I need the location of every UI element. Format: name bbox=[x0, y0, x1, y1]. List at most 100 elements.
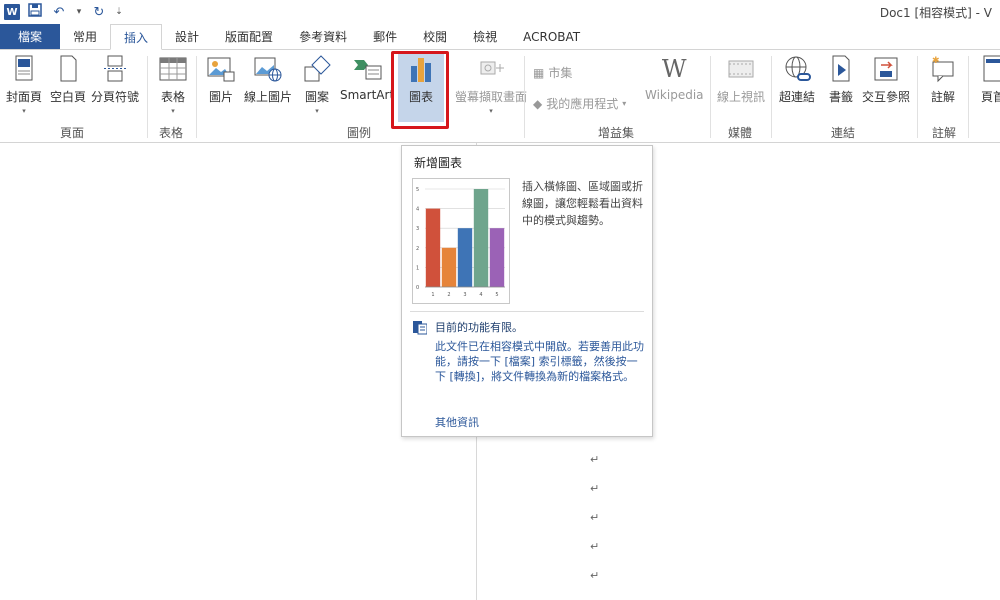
shapes-icon bbox=[302, 54, 332, 84]
blank-page-label: 空白頁 bbox=[50, 90, 87, 104]
chart-x-tick-label: 5 bbox=[495, 292, 498, 298]
group-separator bbox=[524, 56, 525, 138]
page-break-button[interactable]: 分頁符號 bbox=[91, 54, 139, 105]
tab-file[interactable]: 檔案 bbox=[0, 24, 60, 49]
cross-reference-label: 交互參照 bbox=[862, 90, 911, 104]
screenshot-button[interactable]: 螢幕擷取畫面 ▾ bbox=[455, 54, 527, 115]
redo-icon[interactable]: ↻ bbox=[90, 5, 108, 20]
hyperlink-label: 超連結 bbox=[779, 90, 816, 104]
undo-icon[interactable]: ↶ bbox=[50, 5, 68, 20]
cover-page-dropdown-icon: ▾ bbox=[22, 107, 26, 115]
group-label-addins: 增益集 bbox=[598, 126, 635, 140]
hyperlink-icon bbox=[782, 54, 812, 84]
svg-text:✱: ✱ bbox=[932, 56, 940, 66]
store-icon: ▦ bbox=[533, 65, 545, 80]
chart-x-tick-label: 4 bbox=[479, 292, 482, 298]
chart-tooltip: 新增圖表 0 1 2 3 4 5 1 2 3 4 5 插入橫條圖、區域圖或折線圖，讓您輕鬆看出資料中… bbox=[401, 145, 653, 437]
tooltip-chart-preview: 0 1 2 3 4 5 1 2 3 4 5 bbox=[412, 178, 510, 304]
table-button[interactable]: 表格 ▾ bbox=[158, 54, 188, 115]
group-label-media: 媒體 bbox=[728, 126, 753, 140]
customize-qat-icon[interactable]: ⇣ bbox=[114, 7, 124, 17]
tab-review[interactable]: 校閱 bbox=[410, 24, 460, 49]
my-apps-button[interactable]: ◆ 我的應用程式 ▾ bbox=[533, 95, 626, 112]
smartart-icon bbox=[352, 54, 382, 84]
paragraph-mark: ↵ bbox=[590, 511, 600, 524]
comment-label: 註解 bbox=[930, 90, 955, 104]
shapes-button[interactable]: 圖案 ▾ bbox=[302, 54, 332, 115]
my-apps-icon: ◆ bbox=[533, 96, 543, 111]
shapes-label: 圖案 bbox=[304, 90, 329, 104]
undo-dropdown-icon[interactable]: ▾ bbox=[74, 7, 84, 17]
paragraph-mark: ↵ bbox=[590, 569, 600, 582]
picture-button[interactable]: 圖片 bbox=[206, 54, 236, 105]
chart-bar bbox=[489, 228, 505, 287]
smartart-label: SmartArt bbox=[340, 88, 395, 102]
word-compat-icon bbox=[413, 320, 428, 335]
quick-access-toolbar: W ↶ ▾ ↻ ⇣ bbox=[4, 2, 124, 22]
group-label-comments: 註解 bbox=[932, 126, 957, 140]
header-label: 頁首 bbox=[980, 90, 1000, 104]
group-separator bbox=[710, 56, 711, 138]
screenshot-icon bbox=[476, 54, 506, 84]
cover-page-button[interactable]: 封面頁 ▾ bbox=[6, 54, 42, 115]
cross-reference-button[interactable]: 交互參照 bbox=[862, 54, 910, 105]
tooltip-separator bbox=[410, 311, 644, 312]
tooltip-warning-body: 此文件已在相容模式中開啟。若要善用此功能，請按一下 [檔案] 索引標籤，然後按一… bbox=[435, 340, 644, 383]
smartart-button[interactable]: SmartArt bbox=[340, 54, 394, 102]
group-separator bbox=[968, 56, 969, 138]
group-label-illustrations: 圖例 bbox=[347, 126, 372, 140]
tab-insert[interactable]: 插入 bbox=[110, 24, 163, 50]
comment-icon: ✱ bbox=[928, 54, 958, 84]
my-apps-label: 我的應用程式 bbox=[546, 97, 619, 111]
group-label-links: 連結 bbox=[831, 126, 856, 140]
online-picture-button[interactable]: 線上圖片 bbox=[244, 54, 292, 105]
chart-y-tick-label: 4 bbox=[416, 207, 419, 213]
word-logo-icon: W bbox=[4, 4, 20, 20]
tab-mailings[interactable]: 郵件 bbox=[360, 24, 410, 49]
screenshot-dropdown-icon: ▾ bbox=[489, 107, 493, 115]
tooltip-title: 新增圖表 bbox=[414, 156, 463, 170]
more-info-link[interactable]: 其他資訊 bbox=[435, 414, 479, 430]
blank-page-icon bbox=[53, 54, 83, 84]
tab-design[interactable]: 設計 bbox=[162, 24, 212, 49]
wikipedia-button[interactable]: W Wikipedia bbox=[645, 54, 704, 102]
screenshot-label: 螢幕擷取畫面 bbox=[455, 90, 528, 104]
store-button[interactable]: ▦ 市集 bbox=[533, 64, 572, 81]
table-label: 表格 bbox=[160, 90, 185, 104]
chart-x-tick-label: 1 bbox=[431, 292, 434, 298]
tab-home[interactable]: 常用 bbox=[60, 24, 110, 49]
tab-references[interactable]: 參考資料 bbox=[286, 24, 360, 49]
wikipedia-label: Wikipedia bbox=[645, 88, 704, 102]
my-apps-dropdown-icon: ▾ bbox=[622, 99, 627, 108]
cover-page-label: 封面頁 bbox=[6, 90, 43, 104]
group-separator bbox=[196, 56, 197, 138]
paragraph-mark: ↵ bbox=[590, 482, 600, 495]
online-video-button[interactable]: 線上視訊 bbox=[717, 54, 765, 105]
bookmark-label: 書籤 bbox=[828, 90, 853, 104]
tab-view[interactable]: 檢視 bbox=[460, 24, 510, 49]
chart-bar bbox=[473, 189, 489, 287]
chart-x-tick-label: 3 bbox=[463, 292, 466, 298]
paragraph-mark: ↵ bbox=[590, 453, 600, 466]
shapes-dropdown-icon: ▾ bbox=[315, 107, 319, 115]
tab-layout[interactable]: 版面配置 bbox=[212, 24, 286, 49]
chart-button-highlight bbox=[391, 51, 449, 129]
paragraph-mark: ↵ bbox=[590, 540, 600, 553]
chart-y-tick-label: 0 bbox=[416, 285, 419, 291]
ribbon-tabs: 檔案 常用 插入 設計 版面配置 參考資料 郵件 校閱 檢視 ACROBAT bbox=[0, 24, 1000, 50]
comment-button[interactable]: ✱ 註解 bbox=[928, 54, 958, 105]
chart-y-tick-label: 1 bbox=[416, 265, 419, 271]
title-bar: W ↶ ▾ ↻ ⇣ Doc1 [相容模式] - V bbox=[0, 0, 1000, 24]
blank-page-button[interactable]: 空白頁 bbox=[50, 54, 86, 105]
bookmark-button[interactable]: 書籤 bbox=[826, 54, 856, 105]
header-button[interactable]: 頁首 bbox=[978, 54, 1000, 105]
tooltip-warning-title: 目前的功能有限。 bbox=[435, 321, 523, 334]
hyperlink-button[interactable]: 超連結 bbox=[779, 54, 815, 105]
tab-acrobat[interactable]: ACROBAT bbox=[510, 24, 593, 49]
document-title: Doc1 [相容模式] - V bbox=[879, 6, 992, 20]
chart-bar bbox=[457, 228, 473, 287]
chart-y-tick-label: 5 bbox=[416, 187, 419, 193]
page-break-icon bbox=[100, 54, 130, 84]
online-picture-icon bbox=[253, 54, 283, 84]
save-icon[interactable] bbox=[26, 3, 44, 21]
